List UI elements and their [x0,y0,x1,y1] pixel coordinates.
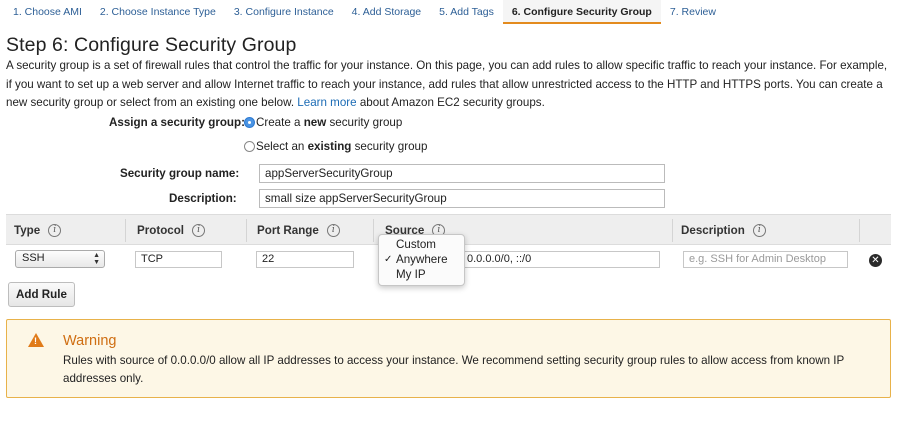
radio-select-existing-button[interactable] [244,141,255,152]
add-rule-button[interactable]: Add Rule [8,282,75,307]
source-option-anywhere-label: Anywhere [396,253,448,266]
radio-create-prefix: Create a [256,116,304,129]
tab-configure-security-group[interactable]: 6. Configure Security Group [502,0,661,24]
checkmark-icon: ✓ [384,254,393,265]
radio-select-prefix: Select an [256,140,308,153]
radio-create-new-label: Create a new security group [256,116,402,129]
tab-add-storage[interactable]: 4. Add Storage [343,0,430,24]
radio-select-existing[interactable]: Select an existing security group [244,140,427,153]
column-description: Description i [673,215,766,246]
select-arrows-icon: ▲ ▼ [93,252,100,266]
radio-create-suffix: security group [326,116,403,129]
column-type-label: Type [14,224,41,237]
column-divider [859,219,860,242]
column-port-range-label: Port Range [257,224,319,237]
rule-protocol-input: TCP [135,251,222,268]
tab-configure-instance[interactable]: 3. Configure Instance [225,0,343,24]
description-input[interactable]: small size appServerSecurityGroup [259,189,665,208]
assign-security-group-label: Assign a security group: [109,116,245,129]
source-dropdown-menu[interactable]: Custom ✓ Anywhere My IP [378,234,465,286]
rule-source-cidr-input[interactable]: 0.0.0.0/0, ::/0 [461,251,660,268]
radio-select-existing-label: Select an existing security group [256,140,427,153]
info-icon[interactable]: i [192,224,206,237]
learn-more-link[interactable]: Learn more [297,96,356,109]
security-group-name-input[interactable]: appServerSecurityGroup [259,164,665,183]
tab-choose-instance-type[interactable]: 2. Choose Instance Type [91,0,225,24]
column-divider [373,219,374,242]
column-divider [125,219,126,242]
radio-create-new[interactable]: Create a new security group [244,116,402,129]
tab-add-tags[interactable]: 5. Add Tags [430,0,503,24]
source-option-custom-label: Custom [396,238,436,251]
source-option-my-ip[interactable]: My IP [379,267,464,282]
rule-type-select[interactable]: SSH ▲ ▼ [15,250,105,268]
info-icon[interactable]: i [48,224,62,237]
info-icon[interactable]: i [752,224,766,237]
info-icon[interactable]: i [326,224,340,237]
tab-choose-ami[interactable]: 1. Choose AMI [4,0,91,24]
tab-review[interactable]: 7. Review [661,0,725,24]
intro-suffix: about Amazon EC2 security groups. [359,96,545,109]
radio-select-bold: existing [307,140,352,153]
source-option-my-ip-label: My IP [396,268,426,281]
warning-body: Rules with source of 0.0.0.0/0 allow all… [63,354,845,385]
rule-description-input[interactable]: e.g. SSH for Admin Desktop [683,251,848,268]
column-type: Type i [6,215,62,246]
rule-type-value: SSH [22,252,45,264]
warning-title: Warning [63,333,117,349]
page-title: Step 6: Configure Security Group [6,34,297,56]
radio-create-new-button[interactable] [244,117,255,128]
warning-box: ! Warning Rules with source of 0.0.0.0/0… [6,319,891,398]
intro-paragraph: A security group is a set of firewall ru… [6,57,894,113]
source-option-anywhere[interactable]: ✓ Anywhere [379,252,464,267]
description-label: Description: [169,192,237,205]
warning-triangle-icon: ! [28,333,44,347]
column-protocol-label: Protocol [137,224,185,237]
wizard-steps: 1. Choose AMI 2. Choose Instance Type 3.… [4,0,725,24]
rule-port-range-input[interactable]: 22 [256,251,354,268]
column-port-range: Port Range i [249,215,340,246]
radio-create-bold: new [303,116,327,129]
remove-rule-icon[interactable]: ✕ [869,254,882,267]
source-option-custom[interactable]: Custom [379,237,464,252]
security-group-name-label: Security group name: [120,167,240,180]
column-description-label: Description [681,224,745,237]
column-divider [246,219,247,242]
column-protocol: Protocol i [129,215,206,246]
radio-select-suffix: security group [351,140,428,153]
